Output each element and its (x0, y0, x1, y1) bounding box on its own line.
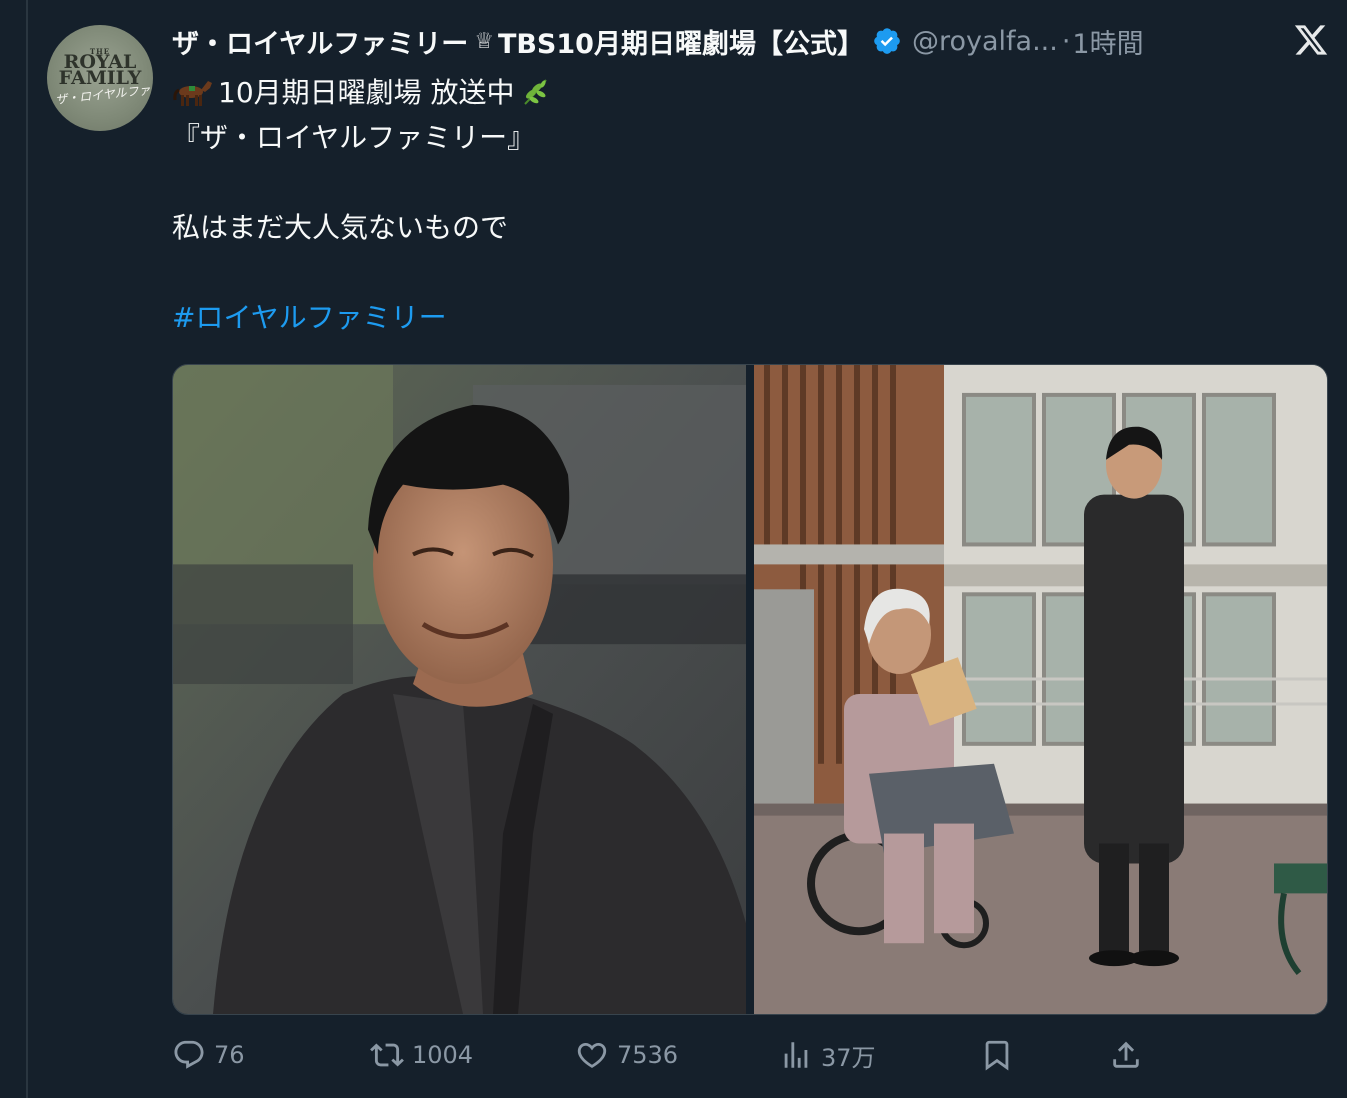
hashtag-link[interactable]: #ロイヤルファミリー (172, 301, 447, 334)
x-logo-icon[interactable] (1293, 22, 1329, 58)
media-grid (172, 364, 1328, 1015)
tweet-text-line-4: 私はまだ大人気ないもので (172, 211, 509, 244)
view-count: 37万 (821, 1043, 876, 1072)
media-gap (746, 365, 754, 1014)
photo-portrait-image (173, 365, 746, 1014)
horse-emoji-icon (172, 76, 214, 108)
share-icon (1113, 1041, 1139, 1068)
retweet-button[interactable]: 1004 (370, 1032, 473, 1078)
tweet-text-line-6: #ロイヤルファミリー (172, 295, 1322, 340)
photo-scene[interactable] (754, 365, 1327, 1014)
bookmark-button[interactable] (980, 1032, 1022, 1078)
reply-count: 76 (214, 1041, 245, 1069)
retweet-count: 1004 (412, 1041, 474, 1069)
separator-dot: · (1061, 25, 1071, 57)
photo-portrait[interactable] (173, 365, 746, 1014)
tweet-header: ザ・ロイヤルファミリー ♕ TBS10月期日曜劇場【公式】 @royalfa..… (172, 22, 1332, 60)
reply-icon (174, 1040, 204, 1069)
tweet-text-line-1-text: 10月期日曜劇場 放送中 (218, 76, 515, 109)
views-icon (784, 1042, 808, 1068)
avatar[interactable]: THE ROYAL FAMILY ザ・ロイヤルファミリー (47, 25, 153, 131)
bookmark-icon (985, 1040, 1009, 1071)
tweet-text-blank (172, 250, 1322, 295)
photo-scene-image (754, 365, 1327, 1014)
tweet-text: 10月期日曜劇場 放送中 『ザ・ロイヤルファミリー』 私はまだ大人気ないもので … (172, 70, 1322, 340)
author-handle[interactable]: @royalfa... (912, 26, 1058, 57)
retweet-icon (370, 1043, 404, 1067)
tweet-actions: 76 1004 7536 37万 (172, 1032, 1328, 1078)
tweet[interactable]: THE ROYAL FAMILY ザ・ロイヤルファミリー ザ・ロイヤルファミリー… (0, 0, 1347, 1098)
herb-emoji-icon (519, 76, 551, 108)
tweet-text-line-1: 10月期日曜劇場 放送中 (172, 70, 1322, 115)
tweet-text-blank (172, 160, 1322, 205)
like-button[interactable]: 7536 (575, 1032, 678, 1078)
author-display-name[interactable]: ザ・ロイヤルファミリー (172, 22, 468, 61)
like-count: 7536 (617, 1041, 679, 1069)
views-button[interactable]: 37万 (779, 1032, 876, 1078)
timestamp[interactable]: 1時間 (1072, 22, 1143, 61)
share-button[interactable] (1109, 1032, 1151, 1078)
reply-button[interactable]: 76 (172, 1032, 245, 1078)
heart-icon (577, 1042, 607, 1068)
author-display-name-suffix[interactable]: TBS10月期日曜劇場【公式】 (498, 22, 864, 61)
crown-icon: ♕ (474, 28, 494, 54)
tweet-text-line-2: 『ザ・ロイヤルファミリー』 (172, 121, 536, 154)
verified-badge-icon[interactable] (872, 26, 902, 56)
